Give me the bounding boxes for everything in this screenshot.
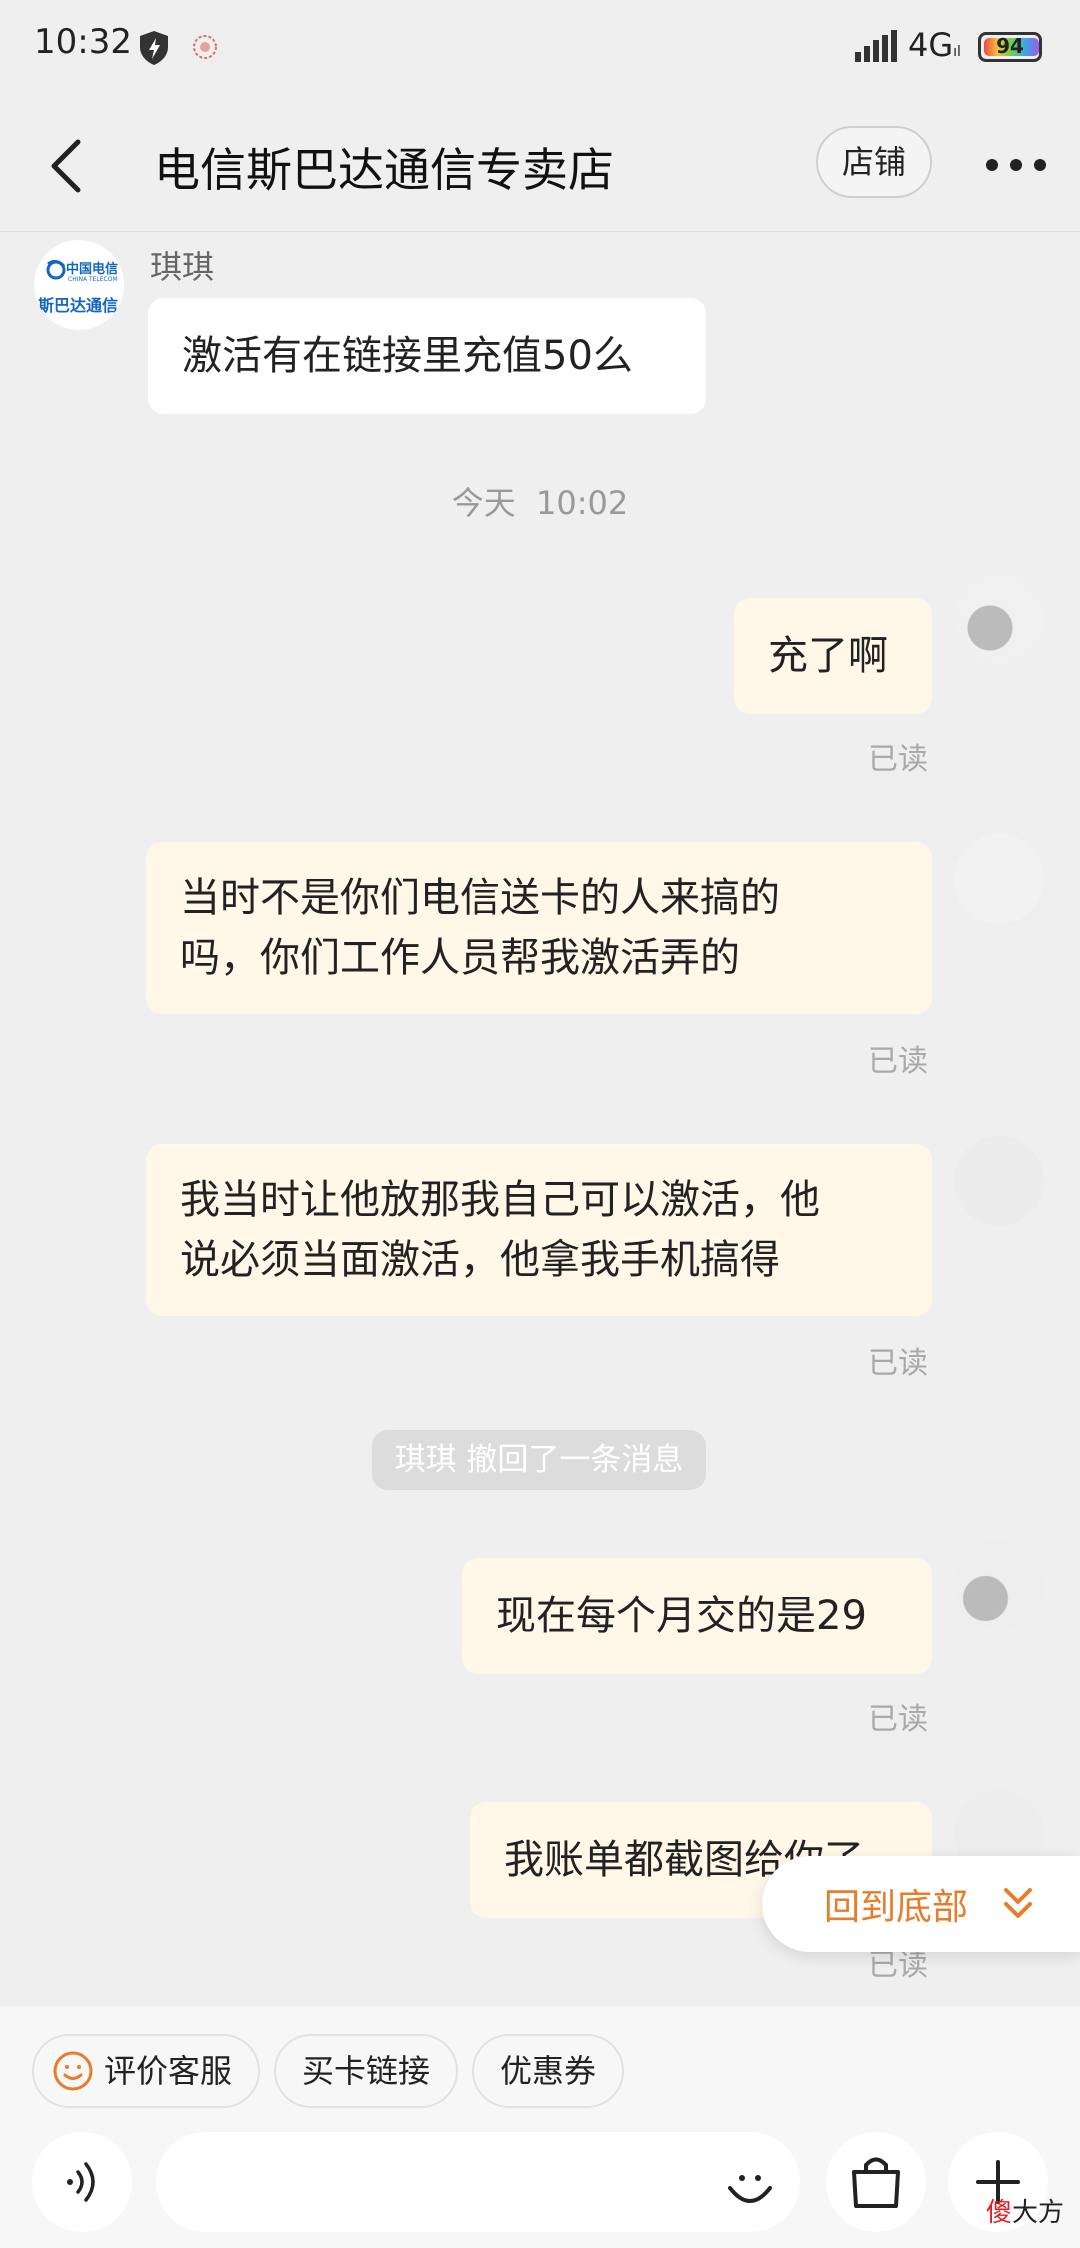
back-to-bottom-label: 回到底部 — [824, 1887, 969, 1928]
chip-label: 买卡链接 — [302, 2052, 431, 2090]
read-receipt: 已读 — [868, 1346, 928, 1381]
message-text-line: 吗，你们工作人员帮我激活弄的 — [180, 935, 740, 981]
chat-header: 电信斯巴达通信专卖店 店铺 — [0, 100, 1080, 232]
chip-label: 优惠券 — [500, 2052, 597, 2090]
message-bubble-received[interactable]: 激活有在链接里充值50么 — [148, 298, 706, 414]
sender-name: 琪琪 — [150, 248, 215, 286]
read-receipt: 已读 — [868, 1044, 928, 1079]
watermark: 傻大方 — [986, 2198, 1065, 2228]
emoji-icon[interactable] — [722, 2156, 778, 2212]
input-row — [0, 2128, 1080, 2248]
app-notification-icon — [193, 35, 217, 59]
shop-button[interactable]: 店铺 — [816, 126, 932, 198]
china-telecom-logo-icon — [46, 259, 66, 280]
user-avatar[interactable] — [954, 834, 1044, 924]
back-to-bottom-button[interactable]: 回到底部 — [762, 1856, 1080, 1952]
time-divider: 今天 10:02 — [451, 484, 629, 522]
message-text: 激活有在链接里充值50么 — [182, 333, 633, 379]
chip-label: 评价客服 — [104, 2052, 233, 2090]
user-avatar[interactable] — [954, 1540, 1044, 1630]
shield-bolt-icon — [140, 31, 168, 65]
message-bubble-sent[interactable]: 现在每个月交的是29 — [462, 1558, 932, 1674]
more-options-icon[interactable] — [984, 150, 1048, 180]
avatar-store-name: 斯巴达通信 — [38, 296, 119, 315]
message-text-line: 我当时让他放那我自己可以激活，他 — [180, 1177, 820, 1223]
avatar-brand-en: CHINA TELECOM — [68, 276, 118, 283]
network-type-label: 4Gıl — [908, 26, 961, 64]
battery-indicator: 94 — [978, 32, 1042, 62]
back-arrow-icon[interactable] — [44, 136, 92, 196]
status-bar: 10:32 4Gıl 94 — [0, 0, 1080, 100]
message-bubble-sent[interactable]: 当时不是你们电信送卡的人来搞的 吗，你们工作人员帮我激活弄的 — [146, 842, 932, 1014]
rate-service-chip[interactable]: 评价客服 — [32, 2034, 261, 2108]
message-input[interactable] — [156, 2132, 800, 2232]
coupon-chip[interactable]: 优惠券 — [472, 2034, 625, 2108]
avatar-brand-cn: 中国电信 — [66, 262, 119, 277]
user-avatar[interactable] — [954, 574, 1044, 664]
status-time: 10:32 — [34, 22, 132, 62]
message-text: 现在每个月交的是29 — [496, 1593, 867, 1639]
message-bubble-sent[interactable]: 充了啊 — [734, 598, 932, 714]
store-avatar[interactable]: 中国电信 CHINA TELECOM 斯巴达通信 — [34, 240, 124, 330]
bottom-input-area: 评价客服 买卡链接 优惠券 — [0, 2006, 1080, 2248]
battery-percent: 94 — [996, 34, 1024, 58]
message-text: 充了啊 — [768, 633, 888, 679]
read-receipt: 已读 — [868, 742, 928, 777]
double-chevron-down-icon — [1004, 1888, 1032, 1918]
user-avatar[interactable] — [954, 1136, 1044, 1226]
voice-button[interactable] — [32, 2132, 132, 2232]
buy-card-link-chip[interactable]: 买卡链接 — [274, 2034, 459, 2108]
voice-wave-icon — [67, 2162, 95, 2202]
message-text-line: 说必须当面激活，他拿我手机搞得 — [180, 1237, 780, 1283]
message-bubble-sent[interactable]: 我当时让他放那我自己可以激活，他 说必须当面激活，他拿我手机搞得 — [146, 1144, 932, 1316]
shopping-bag-button[interactable] — [826, 2132, 926, 2232]
signal-strength-icon — [855, 30, 897, 62]
read-receipt: 已读 — [868, 1702, 928, 1737]
chat-title: 电信斯巴达通信专卖店 — [154, 143, 614, 197]
smiley-icon — [53, 2051, 93, 2091]
shopping-bag-icon — [852, 2157, 900, 2208]
message-text-line: 当时不是你们电信送卡的人来搞的 — [180, 875, 780, 921]
recall-notice: 琪琪 撤回了一条消息 — [372, 1430, 706, 1490]
